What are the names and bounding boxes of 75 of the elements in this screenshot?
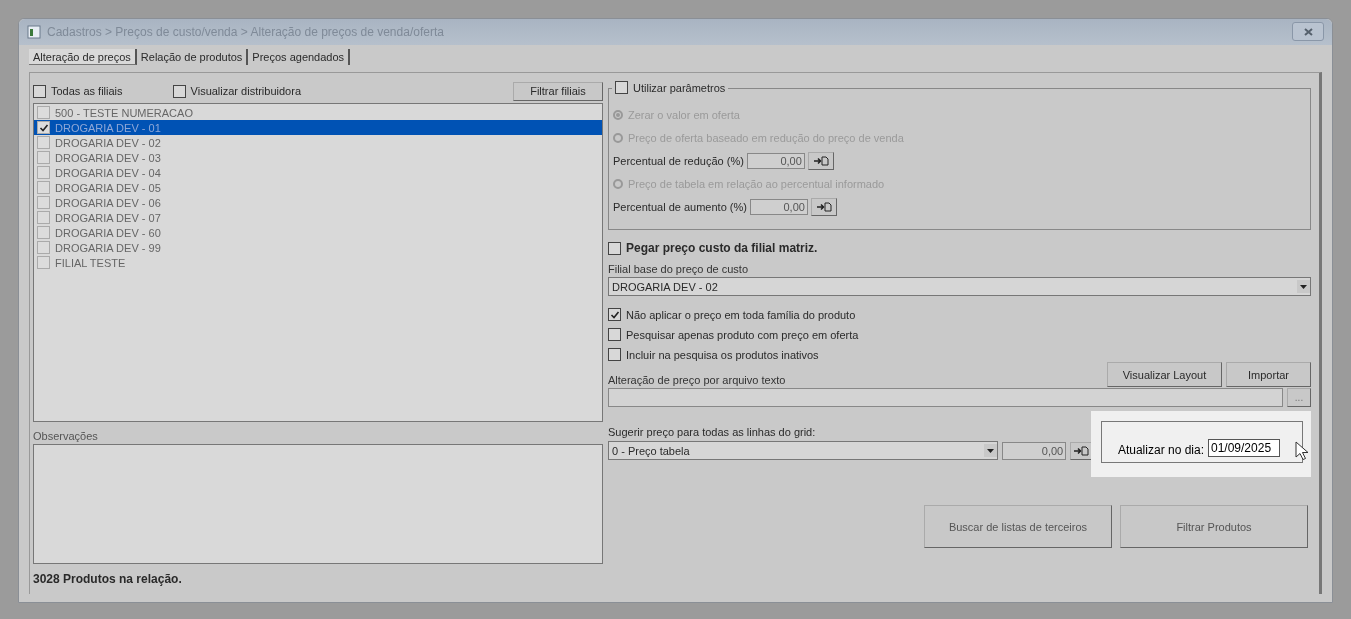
date-label: Atualizar no dia: <box>1117 443 1204 457</box>
checkbox[interactable] <box>37 166 50 179</box>
filter-branches-button[interactable]: Filtrar filiais <box>513 81 603 101</box>
percent-field[interactable]: 0,00 <box>746 152 805 169</box>
arrow-page-icon <box>1073 445 1090 456</box>
branch-item[interactable]: DROGARIA DEV - 99 <box>34 240 602 255</box>
third-party-lists-button[interactable]: Buscar de listas de terceiros <box>924 505 1112 548</box>
branch-item[interactable]: DROGARIA DEV - 60 <box>34 225 602 240</box>
checkbox[interactable] <box>37 226 50 239</box>
checkbox[interactable] <box>608 328 621 341</box>
cost-base-select[interactable]: DROGARIA DEV - 02 <box>608 277 1311 296</box>
branch-item[interactable]: DROGARIA DEV - 06 <box>34 195 602 210</box>
browse-button[interactable]: ... <box>1287 388 1311 407</box>
field-label: Percentual de redução (%) <box>613 154 744 167</box>
field-label: Filial base do preço de custo <box>608 263 750 275</box>
field-label: Alteração de preço por arquivo texto <box>608 374 787 386</box>
checkbox-label: Todas as filiais <box>51 85 123 97</box>
observations-label: Observações <box>33 430 99 442</box>
apply-button[interactable] <box>1070 441 1092 460</box>
arrow-page-icon <box>815 201 832 212</box>
branch-item[interactable]: DROGARIA DEV - 07 <box>34 210 602 225</box>
field-label: Sugerir preço para todas as linhas do grid: <box>608 426 817 438</box>
checkbox[interactable] <box>37 211 50 224</box>
dropdown-button[interactable] <box>984 444 998 457</box>
checkbox-label: Utilizar parâmetros <box>633 81 726 94</box>
close-button[interactable] <box>1292 22 1324 42</box>
price-type-select[interactable]: 0 - Preço tabela <box>608 441 999 460</box>
branch-item[interactable]: 500 - TESTE NUMERACAO <box>34 105 602 120</box>
field-label: Percentual de aumento (%) <box>613 200 747 213</box>
branch-item[interactable]: DROGARIA DEV - 05 <box>34 180 602 195</box>
caret-icon <box>987 448 995 453</box>
cursor-icon <box>1295 441 1309 461</box>
apply-button[interactable] <box>807 151 834 170</box>
checkbox[interactable] <box>608 308 621 321</box>
arrow-page-icon <box>812 155 829 166</box>
checkbox[interactable] <box>37 256 50 269</box>
checkbox[interactable] <box>37 121 50 134</box>
close-icon <box>1303 28 1313 36</box>
checkbox[interactable] <box>608 241 621 255</box>
checkbox-label: Incluir na pesquisa os produtos inativos <box>626 348 819 361</box>
observations-field[interactable] <box>33 444 603 564</box>
branch-item[interactable]: DROGARIA DEV - 02 <box>34 135 602 150</box>
checkbox[interactable] <box>37 181 50 194</box>
amount-field[interactable]: 0,00 <box>1002 441 1067 460</box>
checkbox[interactable] <box>37 241 50 254</box>
percent-field[interactable]: 0,00 <box>749 198 808 215</box>
checkbox[interactable] <box>37 196 50 209</box>
checkbox-label: Pesquisar apenas produto com preço em oferta <box>626 328 859 341</box>
date-field[interactable]: 01/09/2025 <box>1208 439 1280 457</box>
app-icon <box>27 25 41 39</box>
branch-item[interactable]: FILIAL TESTE <box>34 255 602 270</box>
file-path-field[interactable] <box>608 388 1283 407</box>
branch-item[interactable]: DROGARIA DEV - 04 <box>34 165 602 180</box>
tab[interactable]: Alteração de preços <box>29 48 137 65</box>
checkbox[interactable] <box>172 84 186 98</box>
dropdown-button[interactable] <box>1297 280 1310 293</box>
tab[interactable]: Relação de produtos <box>136 48 249 65</box>
checkbox-label: Visualizar distribuidora <box>190 85 301 97</box>
caret-icon <box>1300 284 1307 289</box>
view-layout-button[interactable]: Visualizar Layout <box>1107 362 1222 387</box>
checkbox[interactable] <box>37 151 50 164</box>
checkbox-label: Não aplicar o preço em toda família do produto <box>626 308 856 321</box>
checkbox-label: Pegar preço custo da filial matriz. <box>626 241 818 255</box>
checkbox[interactable] <box>37 136 50 149</box>
status-text: 3028 Produtos na relação. <box>33 572 183 586</box>
branch-item[interactable]: DROGARIA DEV - 03 <box>34 150 602 165</box>
checkbox[interactable] <box>615 81 628 94</box>
import-button[interactable]: Importar <box>1226 362 1311 387</box>
checkbox[interactable] <box>37 106 50 119</box>
filter-products-button[interactable]: Filtrar Produtos <box>1120 505 1308 548</box>
tab[interactable]: Preços agendados <box>248 48 351 65</box>
checkbox[interactable] <box>608 348 621 361</box>
checkbox[interactable] <box>33 84 46 98</box>
branch-item[interactable]: DROGARIA DEV - 01 <box>34 120 602 135</box>
apply-button[interactable] <box>810 197 837 216</box>
